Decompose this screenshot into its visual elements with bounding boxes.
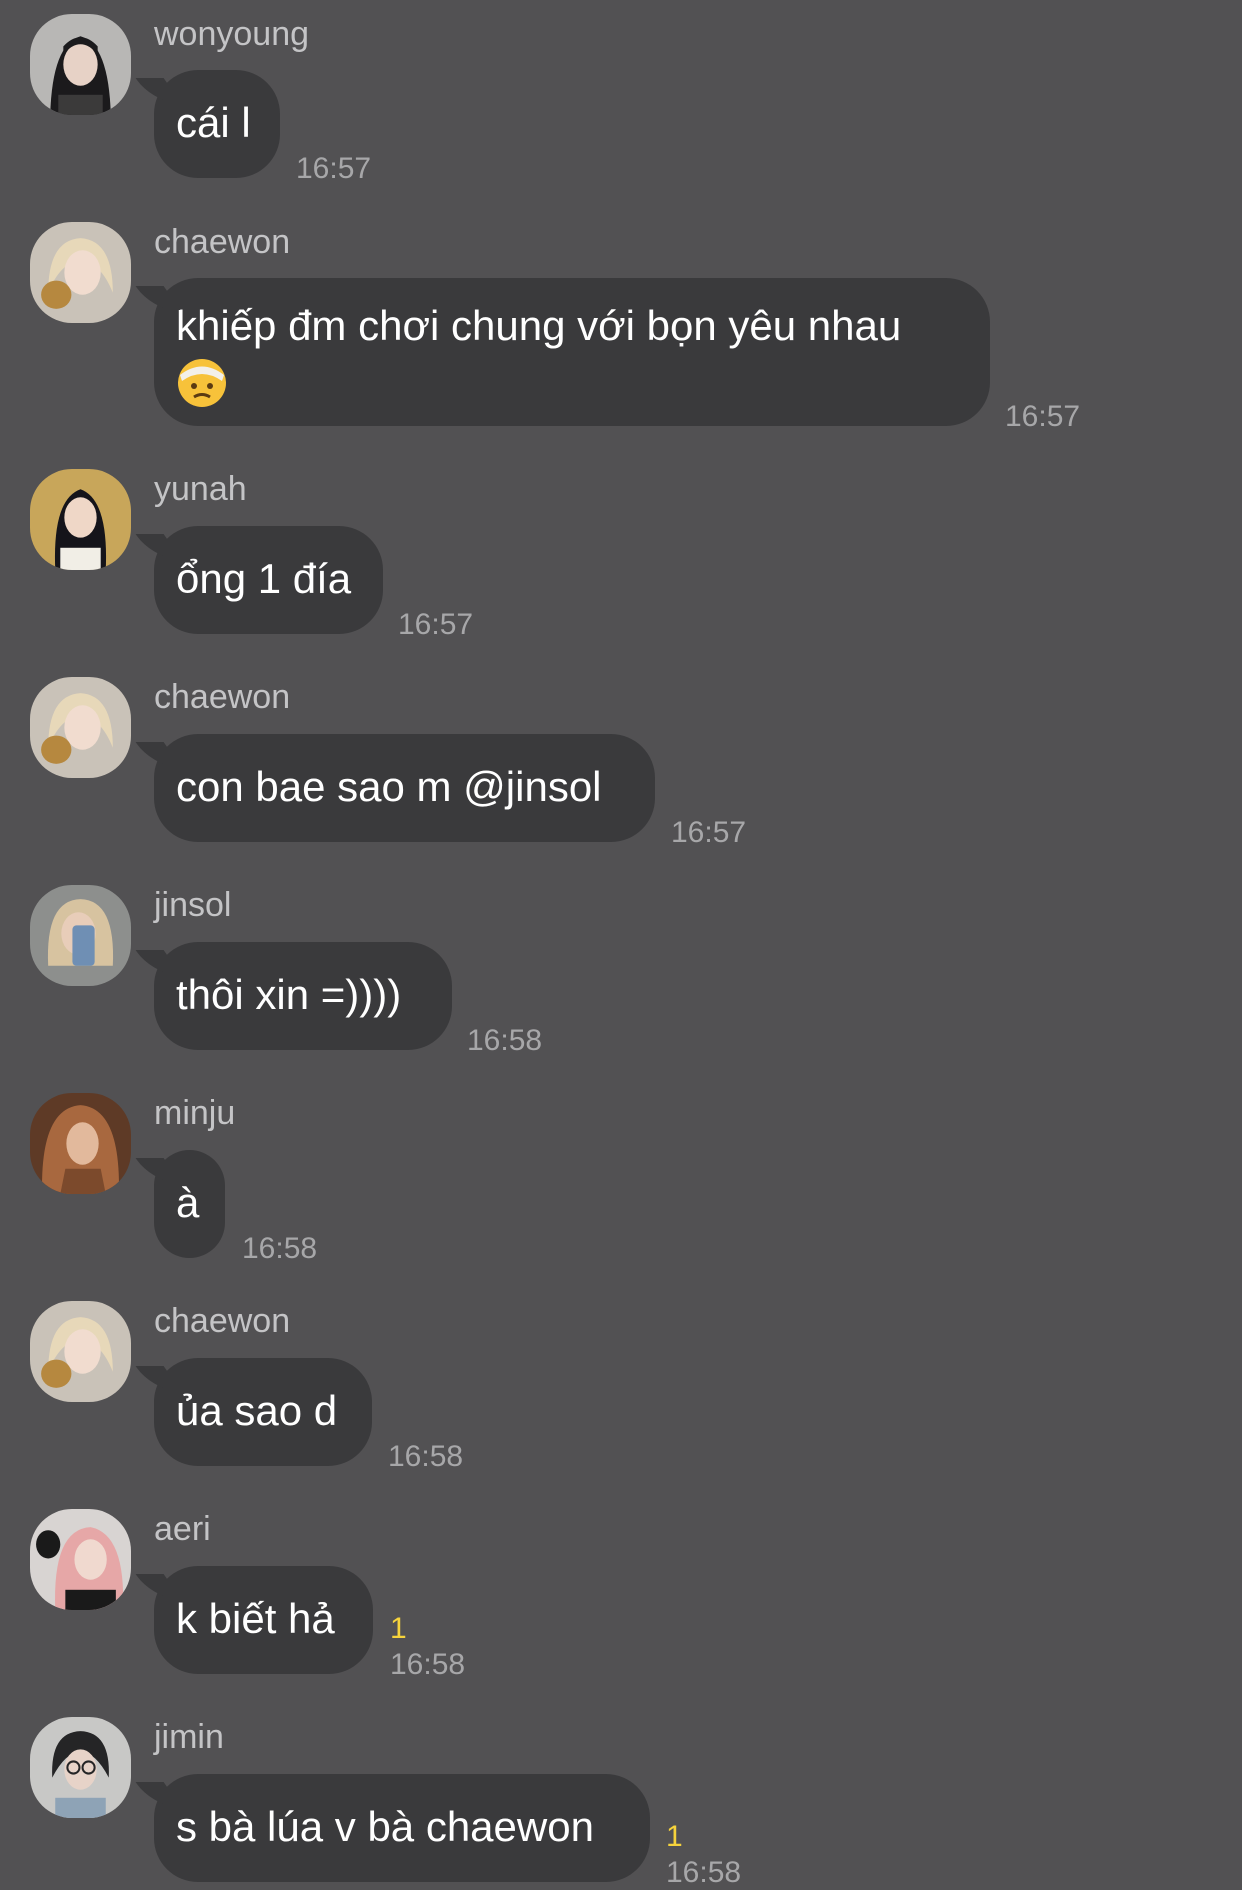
- message-text: thôi xin =)))): [176, 971, 402, 1018]
- message-text: con bae sao m @jinsol: [176, 763, 602, 810]
- sender-name: chaewon: [154, 678, 291, 716]
- avatar-wonyoung[interactable]: [30, 14, 131, 115]
- avatar-yunah[interactable]: [30, 469, 131, 570]
- message-time: 16:58: [388, 1440, 464, 1473]
- avatar-jimin[interactable]: [30, 1717, 131, 1818]
- avatar-chaewon[interactable]: [30, 222, 131, 323]
- avatar-aeri[interactable]: [30, 1509, 131, 1610]
- message-time: 16:58: [666, 1856, 742, 1889]
- message-text: s bà lúa v bà chaewon: [176, 1803, 594, 1850]
- sender-name: chaewon: [154, 1302, 291, 1340]
- message-text: k biết hả: [176, 1595, 335, 1642]
- message-bubble[interactable]: s bà lúa v bà chaewon: [154, 1774, 650, 1882]
- message-text: khiếp đm chơi chung với bọn yêu nhau: [176, 302, 902, 349]
- message-text: ủa sao d: [176, 1387, 338, 1434]
- message-text: à: [176, 1179, 200, 1226]
- message-text: ổng 1 đía: [176, 555, 352, 602]
- message-time: 16:57: [296, 152, 372, 185]
- message-time: 16:58: [467, 1024, 543, 1057]
- unread-count: 1: [390, 1612, 407, 1645]
- sender-name: jimin: [154, 1718, 224, 1756]
- sender-name: aeri: [154, 1510, 211, 1548]
- avatar-jinsol[interactable]: [30, 885, 131, 986]
- unread-count: 1: [666, 1820, 683, 1853]
- message-bubble[interactable]: thôi xin =)))): [154, 942, 452, 1050]
- sender-name: chaewon: [154, 223, 291, 261]
- sender-name: jinsol: [154, 886, 232, 924]
- message-bubble[interactable]: ủa sao d: [154, 1358, 372, 1466]
- avatar-chaewon[interactable]: [30, 677, 131, 778]
- message-time: 16:58: [242, 1232, 318, 1265]
- message-bubble[interactable]: con bae sao m @jinsol: [154, 734, 655, 842]
- message-time: 16:57: [671, 816, 747, 849]
- message-bubble[interactable]: à: [154, 1150, 225, 1258]
- message-time: 16:57: [398, 608, 474, 641]
- sender-name: minju: [154, 1094, 236, 1132]
- avatar-chaewon[interactable]: [30, 1301, 131, 1402]
- sender-name: wonyoung: [154, 15, 310, 53]
- message-bubble[interactable]: khiếp đm chơi chung với bọn yêu nhau: [154, 278, 990, 426]
- message-text: cái l: [176, 99, 251, 146]
- chat-view[interactable]: wonyoung cái l 16:57 chaewon khiếp đm ch…: [0, 0, 1242, 1889]
- avatar-minju[interactable]: [30, 1093, 131, 1194]
- message-time: 16:57: [1005, 400, 1081, 433]
- message-bubble[interactable]: k biết hả: [154, 1566, 373, 1674]
- message-bubble[interactable]: ổng 1 đía: [154, 526, 383, 634]
- face-with-head-bandage-icon: [176, 356, 228, 420]
- sender-name: yunah: [154, 470, 247, 508]
- message-bubble[interactable]: cái l: [154, 70, 280, 178]
- message-time: 16:58: [390, 1648, 466, 1681]
